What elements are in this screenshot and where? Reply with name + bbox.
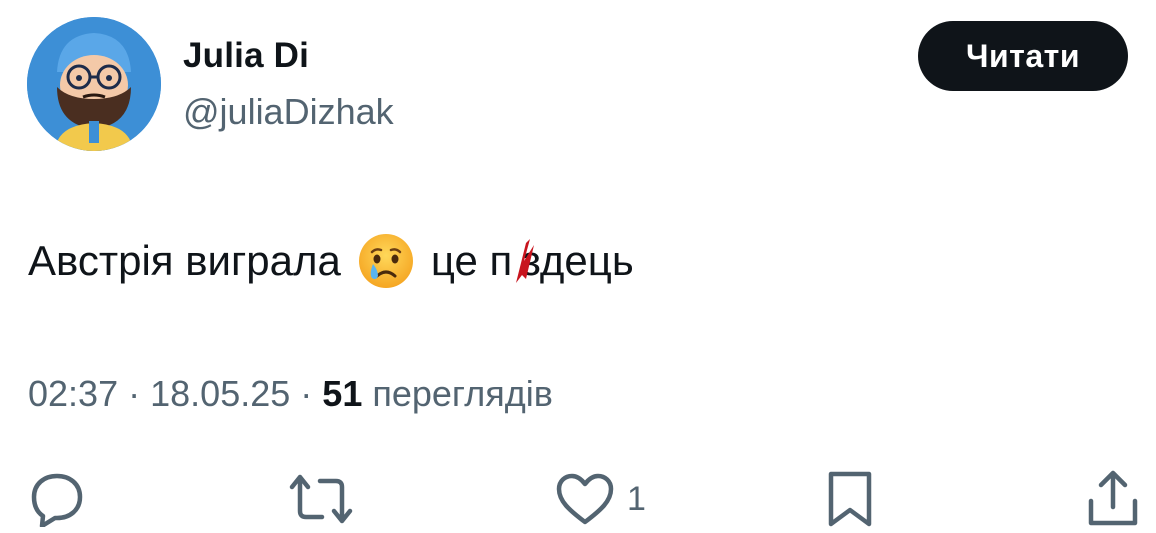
share-button[interactable] xyxy=(1086,465,1140,533)
tweet-text-part-3: здець xyxy=(521,237,634,284)
follow-button[interactable]: Читати xyxy=(918,21,1128,91)
author-handle[interactable]: @juliaDizhak xyxy=(183,91,394,133)
repost-button[interactable] xyxy=(288,465,354,533)
avatar-illustration-icon xyxy=(27,17,161,151)
like-count: 1 xyxy=(627,479,646,518)
tweet-card: Julia Di @juliaDizhak Читати Австрія виг… xyxy=(0,0,1156,533)
tweet-time[interactable]: 02:37 xyxy=(28,373,118,414)
tweet-actions-bar: 1 xyxy=(0,465,1156,533)
bookmark-button[interactable] xyxy=(826,465,874,533)
censored-letter: і xyxy=(512,233,535,289)
reply-icon xyxy=(31,473,83,527)
share-icon xyxy=(1088,470,1138,526)
reply-button[interactable] xyxy=(26,465,88,533)
views-count[interactable]: 51 xyxy=(322,373,362,414)
tweet-meta: 02:37 · 18.05.25 · 51 переглядів xyxy=(28,373,553,415)
meta-separator: · xyxy=(300,373,313,414)
like-button[interactable]: 1 xyxy=(555,465,646,533)
bookmark-icon xyxy=(828,471,872,527)
views-label[interactable]: переглядів xyxy=(372,373,553,414)
meta-separator: · xyxy=(128,373,141,414)
tweet-text-part-1: Австрія виграла xyxy=(28,237,341,284)
tweet-text-part-2: це п xyxy=(430,237,513,284)
crying-face-emoji-icon xyxy=(357,232,415,290)
heart-icon xyxy=(556,473,614,525)
censor-mark-icon xyxy=(516,239,535,283)
avatar[interactable] xyxy=(27,17,161,151)
repost-icon xyxy=(289,474,353,524)
author-display-name[interactable]: Julia Di xyxy=(183,36,309,76)
tweet-text: Австрія виграла це піздець xyxy=(28,232,634,290)
tweet-date[interactable]: 18.05.25 xyxy=(150,373,290,414)
